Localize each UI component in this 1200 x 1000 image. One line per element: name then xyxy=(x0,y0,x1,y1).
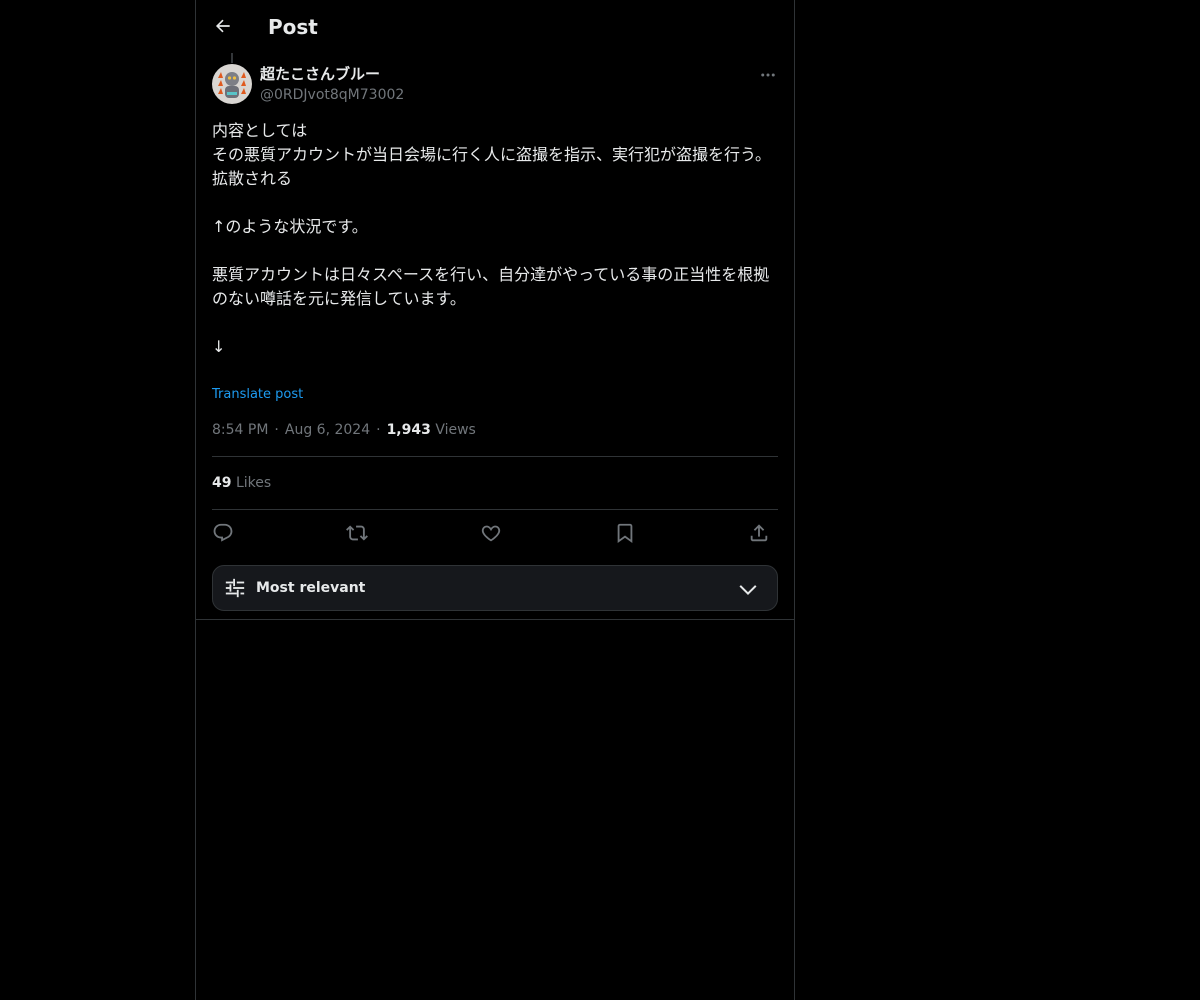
post-time[interactable]: 8:54 PM xyxy=(212,422,268,438)
share-button[interactable] xyxy=(744,518,774,548)
meta-separator: · xyxy=(376,422,381,438)
chevron-down-icon xyxy=(739,585,757,596)
more-horizontal-icon xyxy=(761,73,775,77)
thread-connector-line xyxy=(231,53,233,63)
repost-icon xyxy=(346,525,368,541)
divider xyxy=(212,509,778,510)
share-icon xyxy=(750,524,768,542)
translate-post-link[interactable]: Translate post xyxy=(212,385,303,405)
bookmark-button[interactable] xyxy=(610,518,640,548)
more-options-button[interactable] xyxy=(756,64,780,86)
bookmark-icon xyxy=(617,523,633,544)
post-text: 内容としては その悪質アカウントが当日会場に行く人に盗撮を指示、実行犯が盗撮を行… xyxy=(212,121,772,356)
main-column: Post 超たこさんブルー @0RDJvot8qM73002 内容としては その… xyxy=(195,0,795,1000)
arrow-left-icon xyxy=(215,19,230,33)
author-handle[interactable]: @0RDJvot8qM73002 xyxy=(260,85,404,105)
views-count: 1,943 xyxy=(386,422,431,438)
post-actions-bar xyxy=(212,518,778,548)
sort-label: Most relevant xyxy=(256,580,366,596)
reply-sort-dropdown[interactable]: Most relevant xyxy=(212,565,778,611)
like-button[interactable] xyxy=(476,518,506,548)
sliders-icon xyxy=(225,578,245,598)
author-display-name[interactable]: 超たこさんブルー xyxy=(260,64,380,84)
repost-button[interactable] xyxy=(342,518,372,548)
post-header: Post xyxy=(196,0,794,53)
likes-label: Likes xyxy=(235,475,272,491)
divider xyxy=(212,456,778,457)
section-divider xyxy=(196,619,794,620)
meta-separator: · xyxy=(274,422,279,438)
back-button[interactable] xyxy=(206,9,240,43)
post-date[interactable]: Aug 6, 2024 xyxy=(285,422,370,438)
reply-icon xyxy=(213,523,233,542)
avatar[interactable] xyxy=(212,64,252,104)
reply-button[interactable] xyxy=(208,518,238,548)
avatar-image xyxy=(212,64,252,104)
like-icon xyxy=(481,525,501,542)
likes-count: 49 xyxy=(212,475,232,491)
likes-summary[interactable]: 49 Likes xyxy=(212,473,271,493)
views-label: Views xyxy=(435,422,476,438)
page-title: Post xyxy=(268,15,318,39)
post-metadata: 8:54 PM · Aug 6, 2024 · 1,943 Views xyxy=(212,420,476,440)
